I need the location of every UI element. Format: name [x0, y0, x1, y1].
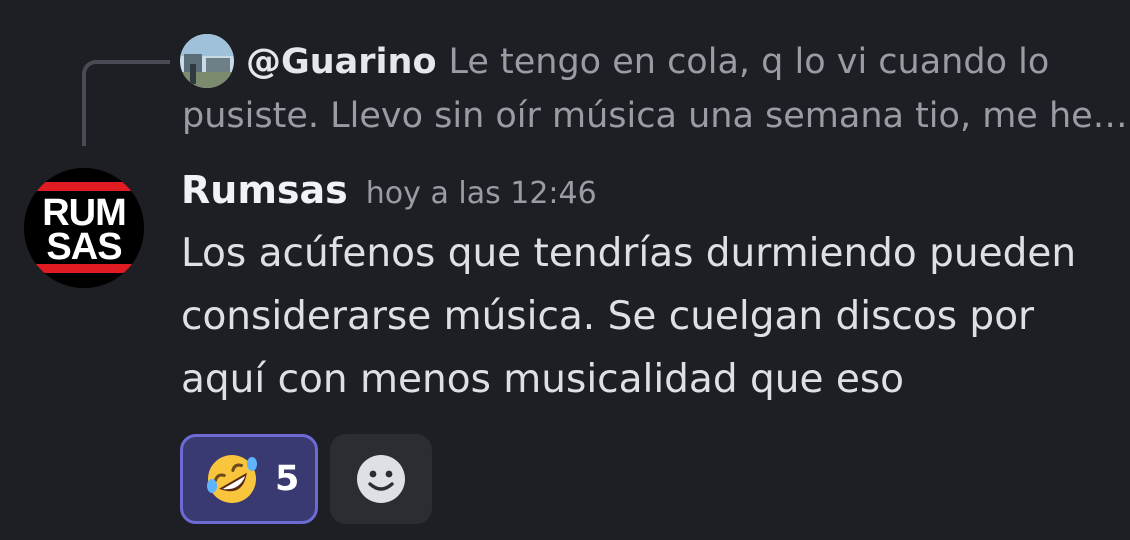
message-line: considerarse música. Se cuelgan discos p…: [181, 294, 1035, 339]
message-line: Los acúfenos que tendrías durmiendo pued…: [181, 231, 1077, 276]
reply-preview[interactable]: @Guarino Le tengo en cola, q lo vi cuando…: [246, 38, 1049, 86]
reply-text-line2[interactable]: pusiste. Llevo sin oír música una semana…: [182, 92, 1128, 140]
reply-author-avatar[interactable]: [180, 34, 234, 88]
chat-message-view: @Guarino Le tengo en cola, q lo vi cuando…: [0, 0, 1130, 540]
reply-author-name[interactable]: @Guarino: [246, 42, 436, 82]
message-line: aquí con menos musicalidad que eso: [181, 357, 905, 402]
message-timestamp[interactable]: hoy a las 12:46: [366, 176, 597, 211]
message-body: Los acúfenos que tendrías durmiendo pued…: [181, 222, 1121, 411]
reaction-count: 5: [275, 459, 300, 499]
author-avatar[interactable]: RUM SAS: [24, 168, 144, 288]
smiley-face-icon: [357, 455, 405, 503]
author-name[interactable]: Rumsas: [181, 168, 348, 212]
reaction-button[interactable]: 5: [180, 434, 318, 524]
rolling-on-floor-laughing-icon: [207, 455, 257, 503]
add-reaction-button[interactable]: [330, 434, 432, 524]
reply-text-line1: Le tengo en cola, q lo vi cuando lo: [448, 42, 1050, 82]
message-header: Rumsas hoy a las 12:46: [181, 164, 597, 224]
reply-connector-line: [82, 60, 170, 146]
avatar-logo-text-bottom: SAS: [46, 226, 121, 268]
